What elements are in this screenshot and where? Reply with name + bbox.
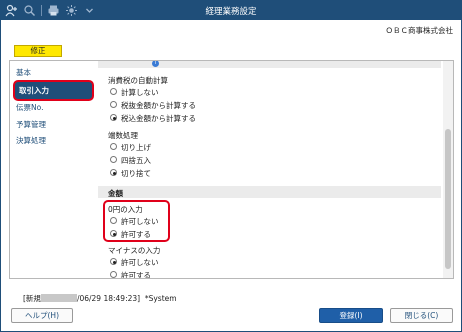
minus-label: マイナスの入力 [108,246,161,255]
register-button[interactable]: 登録(I) [319,308,383,323]
sidebar-item-basic[interactable]: 基本 [16,66,31,80]
section-header-tax [98,61,441,68]
company-name: ＯＢＣ商事株式会社 [385,26,454,35]
radio-tax-inclusive[interactable] [110,114,117,121]
sidebar-item-closing[interactable]: 決算処理 [16,134,46,148]
settings-window: 経理業務設定 ＯＢＣ商事株式会社 修正 基本 取引入力 伝票No. 予算管理 決… [0,0,462,332]
consumption-tax-label: 消費税の自動計算 [108,76,168,85]
status-prefix: [新規 [23,294,41,303]
section-header-amount [98,186,441,198]
vertical-scrollbar[interactable] [443,61,453,278]
radio-round-down-label: 切り捨て [121,169,151,178]
rounding-label: 端数処理 [108,131,138,140]
radio-minus-allow-label: 許可する [121,271,151,278]
status-suffix: /06/29 18:49:23] [76,294,141,303]
sidebar: 基本 取引入力 伝票No. 予算管理 決算処理 [10,61,94,278]
radio-round-down[interactable] [110,169,117,176]
window-title: 経理業務設定 [205,7,257,17]
settings-content: i 消費税の自動計算 計算しない 税抜金額から計算する 税込金額から計算する 端… [98,61,453,278]
settings-panel: 基本 取引入力 伝票No. 予算管理 決算処理 i 消費税の自動計算 計算しない… [9,60,454,279]
help-button[interactable]: ヘルプ(H) [11,308,73,323]
radio-minus-deny[interactable] [110,258,117,265]
status-line: [新規/06/29 18:49:23] *System [23,293,177,304]
radio-round-up-label: 切り上げ [121,143,151,152]
scrollbar-thumb[interactable] [445,129,451,269]
mode-badge: 修正 [14,45,62,57]
radio-minus-allow[interactable] [110,271,117,278]
sidebar-item-voucher-no[interactable]: 伝票No. [16,101,43,115]
masked-date [40,294,77,302]
amount-section-header: 金額 [108,189,123,198]
radio-round-half[interactable] [110,156,117,163]
radio-tax-inclusive-label: 税込金額から計算する [121,114,196,123]
title-bar: 経理業務設定 [1,1,461,20]
close-button[interactable]: 閉じる(C) [390,308,453,323]
radio-tax-exclusive-label: 税抜金額から計算する [121,101,196,110]
radio-minus-deny-label: 許可しない [121,258,159,267]
radio-tax-none[interactable] [110,88,117,95]
status-user: *System [144,294,177,303]
radio-round-half-label: 四捨五入 [121,156,151,165]
radio-round-up[interactable] [110,143,117,150]
sidebar-item-budget[interactable]: 予算管理 [16,118,46,132]
radio-tax-exclusive[interactable] [110,101,117,108]
radio-tax-none-label: 計算しない [121,88,159,97]
highlight-box-zero-yen [103,200,170,242]
highlight-box-sidebar [13,80,94,101]
